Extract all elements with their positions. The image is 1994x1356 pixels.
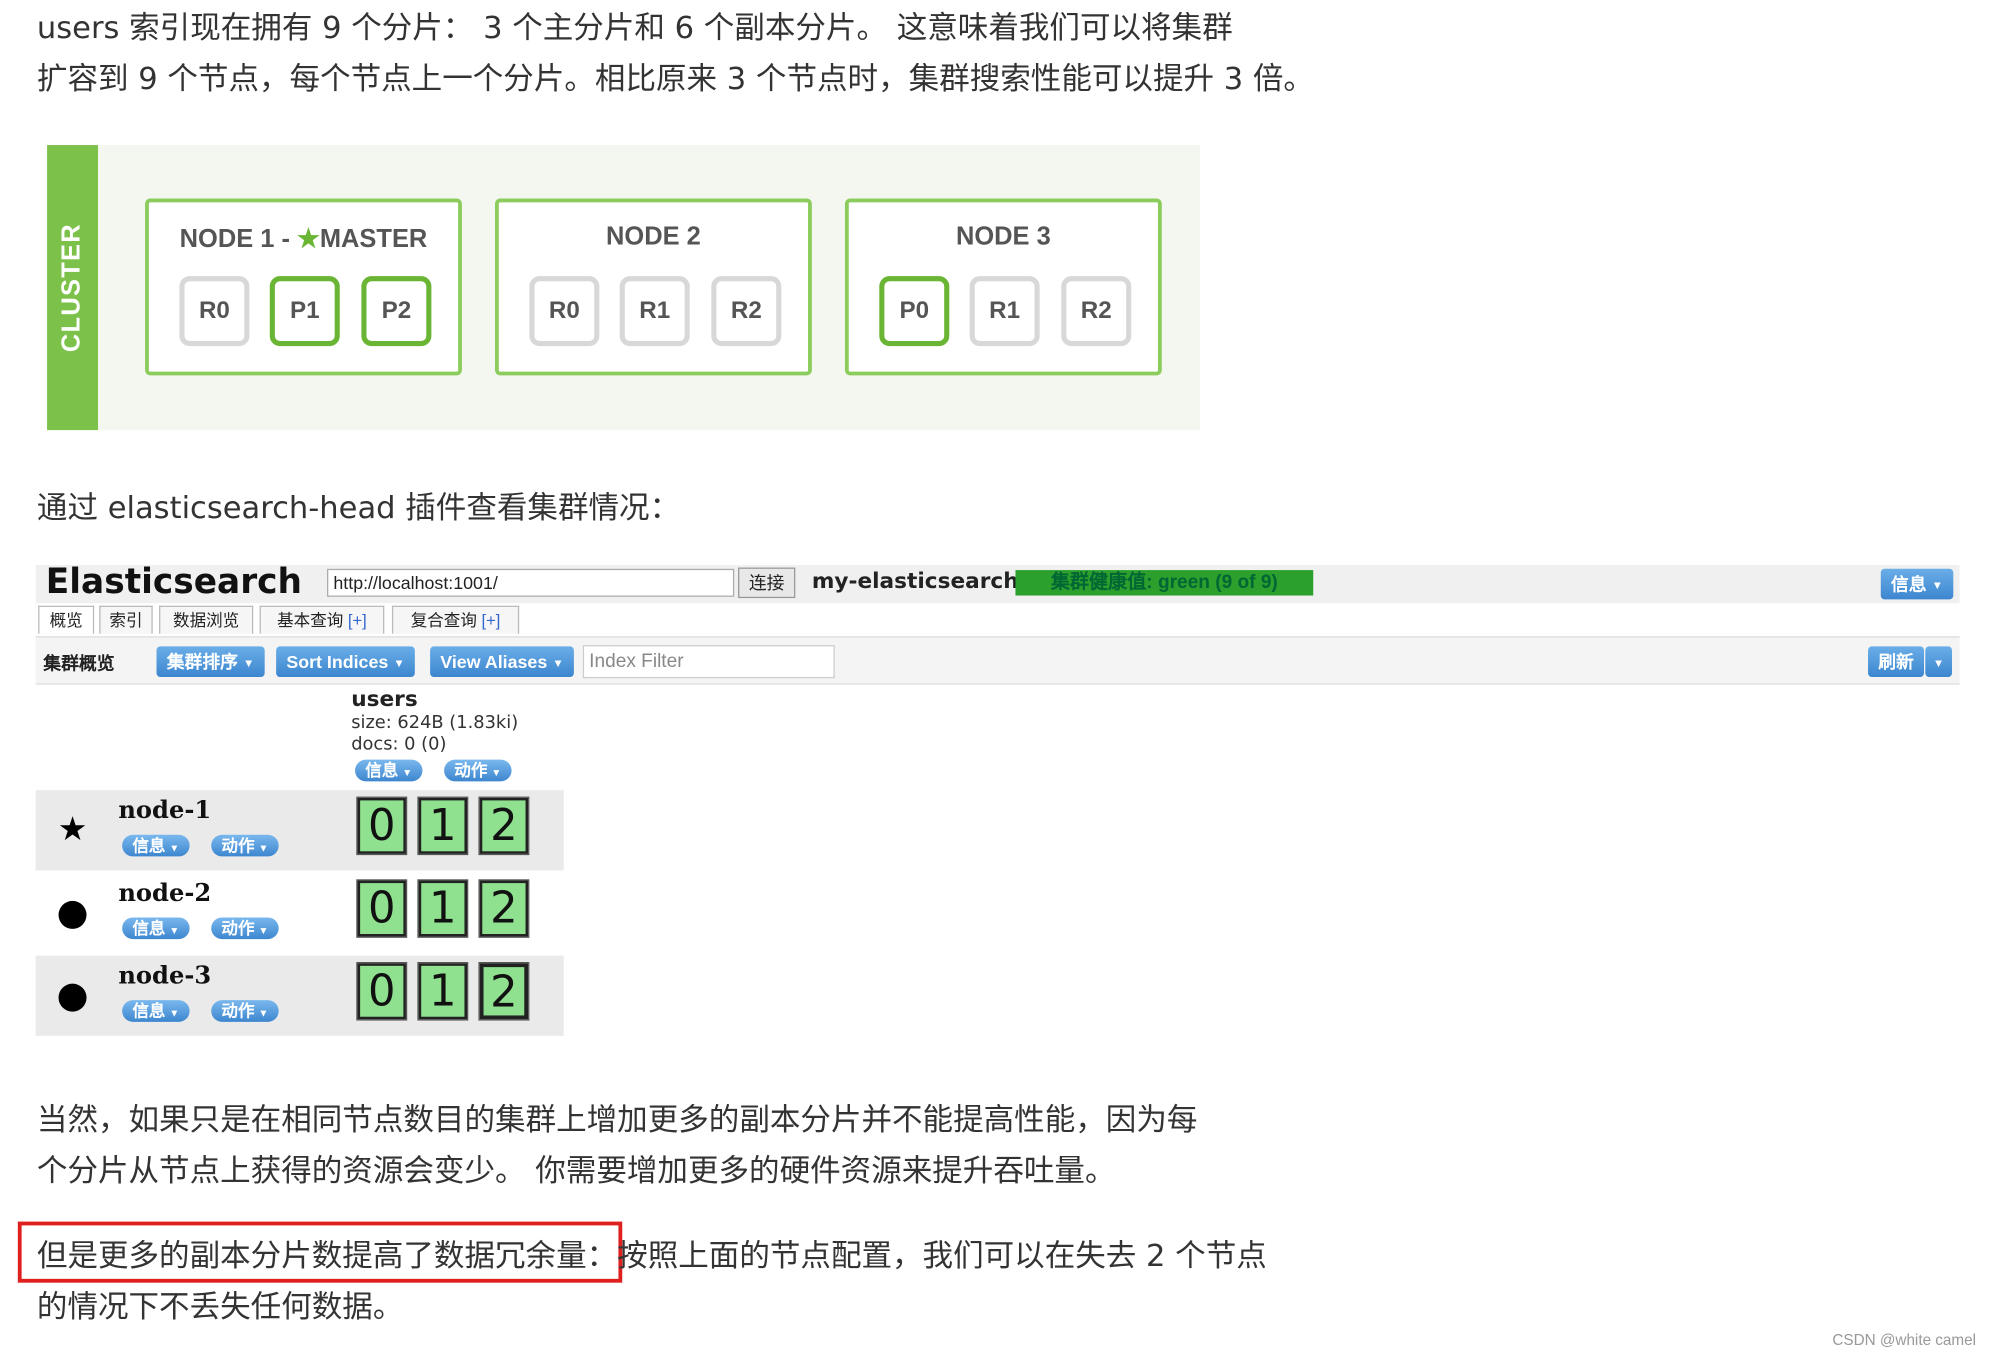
caret-down-icon: ▼ [491,767,502,779]
shard-box[interactable]: 1 [417,962,469,1021]
shard-box[interactable]: 0 [356,796,408,856]
caret-down-icon: ▼ [169,842,180,854]
es-url-input[interactable]: http://localhost:1001/ [327,568,735,597]
tab-basic-query[interactable]: 基本查询 [+] [259,605,385,634]
paragraph-4-line-1: 但是更多的副本分片数提高了数据冗余量：按照上面的节点配置，我们可以在失去 2 个… [37,1231,1267,1282]
node-title: NODE 3 [955,222,1051,251]
paragraph-4-line-2: 的情况下不丢失任何数据。 [36,1289,404,1325]
shard-box-primary[interactable]: 2 [478,962,530,1021]
node-name: node-3 [118,962,212,991]
paragraph-3-line-2: 个分片从节点上获得的资源会变少。 你需要增加更多的硬件资源来提升吞吐量。 [36,1152,1116,1189]
watermark: CSDN @white camel [1832,1331,1977,1349]
caret-down-icon: ▼ [1932,656,1945,670]
shard-box[interactable]: 2 [478,879,530,938]
node-info-button[interactable]: 信息 ▼ [122,1000,190,1022]
caret-down-icon: ▼ [169,1007,180,1020]
caret-down-icon: ▼ [258,925,269,937]
refresh-button[interactable]: 刷新 [1868,646,1925,677]
paragraph-3-line-1: 当然，如果只是在相同节点数目的集群上增加更多的副本分片并不能提高性能，因为每 [36,1101,1198,1138]
star-icon: ★ [57,810,88,849]
shard-replica: R0 [529,276,600,347]
caret-down-icon: ▼ [258,1007,269,1020]
paragraph-1-line-1: users 索引现在拥有 9 个分片： 3 个主分片和 6 个副本分片。 这意味… [36,10,1233,46]
cluster-node-1: NODE 1 - ★MASTER R0 P1 P2 [145,198,462,376]
shard-box[interactable]: 0 [356,962,408,1021]
node-action-button[interactable]: 动作 ▼ [211,1000,279,1022]
article-page: users 索引现在拥有 9 个分片： 3 个主分片和 6 个副本分片。 这意味… [0,0,1994,1356]
caret-down-icon: ▼ [1931,579,1944,593]
node-row: ★ node-1 信息 ▼ 动作 ▼ 0 1 2 [35,790,564,871]
shard-box[interactable]: 1 [417,879,469,938]
tab-indices[interactable]: 索引 [99,605,153,634]
dot-icon [58,983,87,1012]
es-header: Elasticsearch http://localhost:1001/ 连接 … [35,562,1960,604]
node-row: node-2 信息 ▼ 动作 ▼ 0 1 2 [36,873,564,953]
index-info-button[interactable]: 信息 ▼ [355,759,423,782]
elasticsearch-head-screenshot: Elasticsearch http://localhost:1001/ 连接 … [35,562,1960,1038]
cluster-overview-label: 集群概览 [43,654,115,675]
cluster-sidebar: CLUSTER [47,145,98,431]
shard-box[interactable]: 2 [478,796,530,856]
paragraph-2: 通过 elasticsearch-head 插件查看集群情况： [36,489,681,526]
shard-replica: R1 [619,276,690,347]
node-info-button[interactable]: 信息 ▼ [122,834,190,857]
shard-replica: R2 [711,276,782,347]
cluster-health-badge: 集群健康值: green (9 of 9) [1015,570,1314,596]
info-menu-button[interactable]: 信息 ▼ [1880,568,1954,600]
caret-down-icon: ▼ [402,767,413,779]
caret-down-icon: ▼ [552,656,564,670]
node-name: node-2 [118,879,212,908]
index-filter-input[interactable]: Index Filter [582,645,835,679]
caret-down-icon: ▼ [393,656,405,670]
shard-replica: R0 [179,276,250,347]
shard-replica: R2 [1061,276,1132,347]
es-app-title: Elasticsearch [45,562,302,602]
caret-down-icon: ▼ [243,656,255,670]
es-toolbar: 集群概览 集群排序 ▼ Sort Indices ▼ View Aliases ▼ I… [35,636,1960,685]
dot-icon [58,900,87,929]
connect-button[interactable]: 连接 [738,567,796,599]
tab-browser[interactable]: 数据浏览 [159,605,254,634]
index-action-button[interactable]: 动作 ▼ [444,759,512,782]
cluster-node-2: NODE 2 R0 R1 R2 [495,198,812,376]
node-info-button[interactable]: 信息 ▼ [122,917,190,940]
node-action-button[interactable]: 动作 ▼ [211,917,279,940]
paragraph-4-rest: ：按照上面的节点配置，我们可以在失去 2 个节点 [586,1238,1267,1274]
node-row: node-3 信息 ▼ 动作 ▼ 0 1 2 [35,955,564,1036]
star-icon: ★ [297,225,320,254]
index-name: users [351,687,418,713]
node-action-button[interactable]: 动作 ▼ [211,834,279,857]
shard-primary: P0 [879,276,950,347]
sort-indices-button[interactable]: Sort Indices ▼ [276,646,415,677]
refresh-menu-button[interactable]: ▼ [1925,646,1952,677]
caret-down-icon: ▼ [258,842,269,854]
index-size: size: 624B (1.83ki) [351,712,519,733]
shard-box[interactable]: 0 [356,879,408,938]
node-title: NODE 2 [606,222,701,251]
paragraph-1-line-2: 扩容到 9 个节点，每个节点上一个分片。相比原来 3 个节点时，集群搜索性能可以… [36,61,1314,97]
index-docs: docs: 0 (0) [351,734,447,755]
cluster-diagram: CLUSTER NODE 1 - ★MASTER R0 P1 P2 NODE 2… [47,145,1200,431]
shard-box[interactable]: 1 [417,796,469,856]
view-aliases-button[interactable]: View Aliases ▼ [430,646,574,677]
cluster-label: CLUSTER [57,223,86,353]
cluster-node-3: NODE 3 P0 R1 R2 [844,198,1162,376]
node-name: node-1 [118,796,212,825]
highlighted-text: 但是更多的副本分片数提高了数据冗余量 [36,1238,587,1274]
sort-cluster-button[interactable]: 集群排序 ▼ [156,646,265,677]
shard-primary: P1 [269,276,340,347]
cluster-name: my-elasticsearch [811,568,1019,595]
node-title: NODE 1 - ★MASTER [179,225,428,254]
tab-overview[interactable]: 概览 [38,605,95,634]
shard-primary: P2 [361,276,432,347]
caret-down-icon: ▼ [169,925,180,937]
tab-compound-query[interactable]: 复合查询 [+] [391,605,520,634]
shard-replica: R1 [969,276,1040,347]
